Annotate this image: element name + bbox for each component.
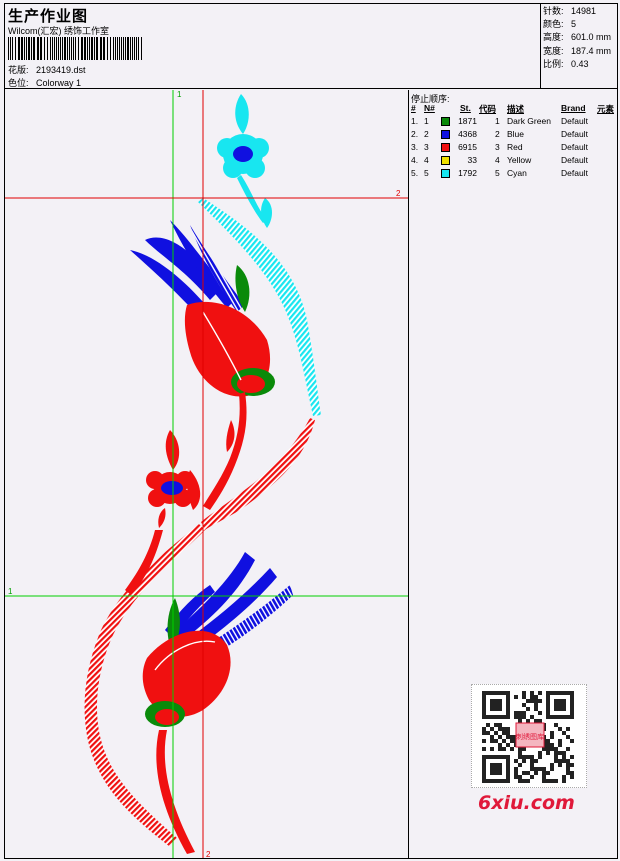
col-number: N# (424, 103, 435, 113)
height-value: 601.0 mm (571, 32, 612, 43)
production-worksheet: 生产作业图 Wilcom(汇宏) 绣饰工作室 花版: 2193419.dst 色位… (4, 3, 618, 859)
header-info: 生产作业图 Wilcom(汇宏) 绣饰工作室 花版: 2193419.dst 色位… (5, 4, 541, 89)
stitches-row: 针数: 14981 (543, 5, 611, 18)
row-index: 4. (411, 155, 419, 165)
page-title: 生产作业图 (8, 7, 89, 25)
qr-graphic: 刺绣图库 (482, 691, 574, 783)
colorway-label: 色位: (8, 78, 29, 88)
colors-row: 颜色: 5 (543, 18, 611, 31)
stats-panel: 针数: 14981 颜色: 5 高度: 601.0 mm 宽度: 187.4 mm 比例… (543, 5, 611, 71)
row-stitches: 1871 (458, 116, 477, 126)
row-number: 4 (424, 155, 429, 165)
design-file-row: 花版: 2193419.dst (8, 63, 86, 76)
embroidery-design: 1 2 1 2 (5, 90, 408, 858)
company-name: Wilcom(汇宏) 绣饰工作室 (8, 26, 109, 36)
col-brand: Brand (561, 103, 586, 113)
width-label: 宽度: (543, 45, 564, 56)
design-preview[interactable]: 1 2 1 2 (5, 90, 409, 858)
row-description: Blue (507, 129, 525, 139)
cyan-bud (235, 94, 249, 134)
row-number: 3 (424, 142, 429, 152)
color-swatch (441, 169, 450, 178)
row-stitches: 33 (467, 155, 477, 165)
row-number: 5 (424, 168, 429, 178)
table-row: 5. 5 5 Cyan Default 1792 (411, 168, 617, 181)
scale-value: 0.43 (571, 58, 589, 69)
row-description: Cyan (507, 168, 527, 178)
row-index: 3. (411, 142, 419, 152)
col-description: 描述 (507, 104, 525, 114)
col-stitches: St. (460, 103, 471, 113)
table-row: 4. 4 4 Yellow Default 33 (411, 155, 617, 168)
row-code: 4 (495, 155, 500, 165)
row-index: 1. (411, 116, 419, 126)
width-row: 宽度: 187.4 mm (543, 45, 611, 58)
barcode (8, 37, 142, 60)
header: 生产作业图 Wilcom(汇宏) 绣饰工作室 花版: 2193419.dst 色位… (5, 4, 617, 89)
color-swatch (441, 130, 450, 139)
row-index: 5. (411, 168, 419, 178)
row-stitches: 1792 (458, 168, 477, 178)
row-stitches: 4368 (458, 129, 477, 139)
guide-label-v2: 2 (206, 850, 211, 858)
row-code: 2 (495, 129, 500, 139)
colors-value: 5 (571, 19, 577, 30)
qr-center-label: 刺绣图库 (516, 732, 544, 741)
red-stem-upper (201, 418, 315, 530)
colorway-value: Colorway 1 (36, 78, 82, 88)
stitches-label: 针数: (543, 6, 564, 16)
cyan-leaf (261, 198, 272, 228)
design-file: 2193419.dst (36, 65, 86, 75)
table-header: # N# St. 代码 描述 Brand 元素 (411, 103, 617, 115)
row-brand: Default (561, 116, 588, 126)
col-element: 元素 (597, 104, 615, 114)
color-swatch (441, 156, 450, 165)
col-code: 代码 (479, 104, 497, 114)
table-row: 1. 1 1 Dark Green Default 1871 (411, 116, 617, 129)
row-description: Yellow (507, 155, 532, 165)
row-brand: Default (561, 129, 588, 139)
row-brand: Default (561, 142, 588, 152)
row-brand: Default (561, 168, 588, 178)
stitches-value: 14981 (571, 6, 597, 16)
row-description: Red (507, 142, 523, 152)
site-watermark: 6xiu.com (478, 792, 575, 814)
tulip-bottom (142, 552, 293, 727)
qr-code: 刺绣图库 (471, 684, 587, 788)
row-index: 2. (411, 129, 419, 139)
scale-row: 比例: 0.43 (543, 58, 611, 71)
colorway-row: 色位: Colorway 1 (8, 76, 81, 89)
height-row: 高度: 601.0 mm (543, 31, 611, 44)
guide-label-v1: 1 (177, 90, 182, 99)
design-label: 花版: (8, 65, 29, 75)
row-stitches: 6915 (458, 142, 477, 152)
table-row: 3. 3 3 Red Default 6915 (411, 142, 617, 155)
width-value: 187.4 mm (571, 45, 612, 56)
guide-label-h1: 1 (8, 587, 13, 596)
row-code: 1 (495, 116, 500, 126)
row-code: 3 (495, 142, 500, 152)
row-number: 2 (424, 129, 429, 139)
row-code: 5 (495, 168, 500, 178)
col-index: # (411, 103, 416, 113)
cyan-flower (217, 134, 269, 178)
color-swatch (441, 143, 450, 152)
row-brand: Default (561, 155, 588, 165)
row-description: Dark Green (507, 116, 551, 126)
height-label: 高度: (543, 32, 564, 43)
scale-label: 比例: (543, 58, 564, 69)
colors-label: 颜色: (543, 19, 564, 30)
color-swatch (441, 117, 450, 126)
row-number: 1 (424, 116, 429, 126)
table-row: 2. 2 2 Blue Default 4368 (411, 129, 617, 142)
guide-label-h2: 2 (396, 189, 401, 198)
